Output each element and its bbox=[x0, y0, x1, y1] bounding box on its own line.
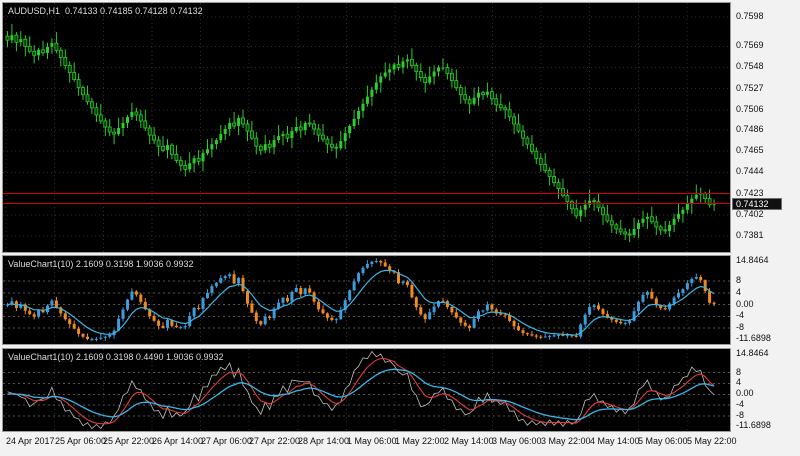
time-axis-label: 25 Apr 22:00 bbox=[103, 436, 155, 446]
time-axis-label: 4 May 14:00 bbox=[590, 436, 640, 446]
main-chart-panel[interactable]: AUDUSD,H1 0.74133 0.74185 0.74128 0.7413… bbox=[2, 2, 731, 253]
price-axis-label: 0.7548 bbox=[736, 61, 764, 71]
time-axis-label: 27 Apr 06:00 bbox=[201, 436, 253, 446]
indicator2-axis-label: -4 bbox=[736, 399, 745, 409]
indicator1-axis-label: -4 bbox=[736, 310, 745, 320]
time-axis-label: 25 Apr 06:00 bbox=[55, 436, 107, 446]
price-axis[interactable]: 0.7598 0.7569 0.7548 0.7527 0.7506 0.7486 0.74… bbox=[731, 0, 800, 432]
price-axis-label: 0.7402 bbox=[736, 209, 764, 219]
time-axis-label: 3 May 22:00 bbox=[541, 436, 591, 446]
indicator1-axis-label: 8 bbox=[736, 275, 742, 285]
indicator1-axis-label: -8 bbox=[736, 322, 745, 332]
indicator1-axis-label: 0.00 bbox=[736, 299, 754, 309]
indicator2-axis-label: -8 bbox=[736, 410, 745, 420]
indicator1-axis-label: 4 bbox=[736, 287, 742, 297]
time-axis-label: 2 May 14:00 bbox=[444, 436, 494, 446]
indicator1-axis-label: 14.8464 bbox=[736, 255, 769, 265]
time-axis-label: 5 May 06:00 bbox=[638, 436, 688, 446]
price-axis-label: 0.7465 bbox=[736, 145, 764, 155]
price-axis-label: 0.7381 bbox=[736, 230, 764, 240]
time-axis-label: 1 May 22:00 bbox=[395, 436, 445, 446]
time-axis-label: 27 Apr 22:00 bbox=[249, 436, 301, 446]
time-axis-label: 1 May 06:00 bbox=[347, 436, 397, 446]
indicator2-label: ValueChart1(10) 2.1609 0.3198 0.4490 1.9… bbox=[8, 352, 224, 362]
price-axis-label: 0.7506 bbox=[736, 104, 764, 114]
time-axis-label: 5 May 22:00 bbox=[687, 436, 737, 446]
indicator2-panel[interactable]: ValueChart1(10) 2.1609 0.3198 0.4490 1.9… bbox=[2, 348, 731, 432]
price-axis-label: 0.7569 bbox=[736, 40, 764, 50]
price-axis-label: 0.7444 bbox=[736, 166, 764, 176]
indicator2-axis-label: 8 bbox=[736, 367, 742, 377]
indicator1-canvas[interactable] bbox=[3, 256, 730, 344]
price-axis-label: 0.7486 bbox=[736, 124, 764, 134]
price-axis-label: 0.7598 bbox=[736, 11, 764, 21]
price-chart-canvas[interactable] bbox=[3, 3, 730, 252]
indicator1-label: ValueChart1(10) 2.1609 0.3198 1.9036 0.9… bbox=[8, 259, 194, 269]
chart-window: AUDUSD,H1 0.74133 0.74185 0.74128 0.7413… bbox=[0, 0, 800, 456]
indicator2-axis-label: 0.00 bbox=[736, 388, 754, 398]
price-axis-label: 0.7423 bbox=[736, 188, 764, 198]
indicator2-axis-label: -11.6898 bbox=[736, 420, 771, 430]
time-axis-label: 26 Apr 14:00 bbox=[152, 436, 204, 446]
time-axis[interactable]: 24 Apr 2017 25 Apr 06:00 25 Apr 22:00 26 Ap… bbox=[0, 432, 800, 456]
indicator2-axis-label: 14.8464 bbox=[736, 348, 769, 358]
time-axis-label: 24 Apr 2017 bbox=[6, 436, 55, 446]
indicator1-panel[interactable]: ValueChart1(10) 2.1609 0.3198 1.9036 0.9… bbox=[2, 255, 731, 345]
time-axis-label: 3 May 06:00 bbox=[492, 436, 542, 446]
indicator1-axis-label: -11.6898 bbox=[736, 333, 771, 343]
bid-price-box: 0.74132 bbox=[732, 198, 782, 210]
time-axis-label: 28 Apr 14:00 bbox=[298, 436, 350, 446]
indicator2-axis-label: 4 bbox=[736, 377, 742, 387]
price-axis-label: 0.7527 bbox=[736, 83, 764, 93]
symbol-ohlc-label: AUDUSD,H1 0.74133 0.74185 0.74128 0.7413… bbox=[8, 6, 203, 16]
